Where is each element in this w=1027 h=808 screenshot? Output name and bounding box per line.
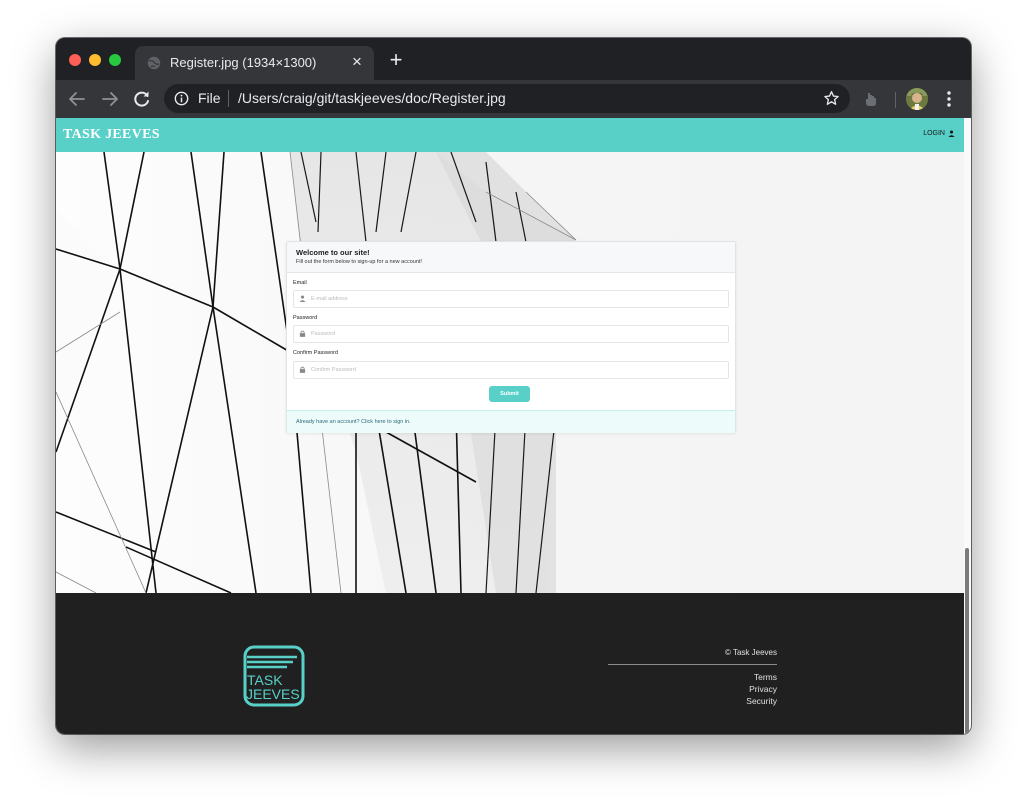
email-field[interactable] [293, 290, 729, 308]
form-title: Welcome to our site! [296, 248, 370, 257]
lock-icon [299, 366, 306, 373]
toolbar-divider [895, 92, 896, 108]
register-card: Welcome to our site! Fill out the form b… [286, 241, 736, 433]
password-field[interactable] [293, 325, 729, 343]
close-tab-icon[interactable]: × [348, 53, 366, 71]
avatar-image [906, 88, 928, 110]
close-window-button[interactable] [69, 54, 81, 66]
confirm-password-input[interactable] [311, 364, 711, 375]
minimize-window-button[interactable] [89, 54, 101, 66]
login-link[interactable]: LOGIN [923, 130, 955, 137]
page-viewport: TASK JEEVES LOGIN Welcome to our site! F… [56, 118, 971, 734]
form-subtitle: Fill out the form below to sign-up for a… [296, 259, 422, 265]
confirm-password-label: Confirm Password [293, 350, 338, 356]
terms-link[interactable]: Terms [754, 672, 777, 682]
extension-icon[interactable] [862, 90, 880, 108]
brand-logo[interactable]: TASK JEEVES [63, 127, 160, 143]
back-arrow-icon[interactable] [66, 88, 88, 110]
register-card-footer: Already have an account? Click here to s… [287, 410, 735, 433]
profile-avatar[interactable] [906, 88, 928, 110]
user-icon [948, 130, 955, 137]
confirm-password-field[interactable] [293, 361, 729, 379]
tab-title: Register.jpg (1934×1300) [170, 55, 317, 70]
site-footer: TASK JEEVES © Task Jeeves Terms Privacy … [56, 593, 964, 734]
globe-icon [147, 56, 161, 70]
privacy-link[interactable]: Privacy [749, 684, 777, 694]
lock-icon [299, 330, 306, 337]
tab-active[interactable]: Register.jpg (1934×1300) × [135, 46, 374, 80]
copyright-text: © Task Jeeves [725, 648, 777, 657]
star-icon[interactable] [823, 90, 840, 107]
password-input[interactable] [311, 328, 711, 339]
scrollbar-thumb[interactable] [965, 548, 969, 734]
new-tab-button[interactable]: + [386, 49, 406, 71]
security-link[interactable]: Security [746, 696, 777, 706]
submit-button[interactable]: Submit [489, 386, 530, 402]
logo-text-jeeves: JEEVES [246, 686, 300, 702]
browser-toolbar: File /Users/craig/git/taskjeeves/doc/Reg… [56, 80, 971, 118]
more-vertical-icon[interactable] [941, 89, 957, 109]
address-scheme: File [198, 90, 221, 106]
email-input[interactable] [311, 293, 711, 304]
email-label: Email [293, 280, 307, 286]
signin-link[interactable]: Already have an account? Click here to s… [296, 419, 411, 425]
login-label: LOGIN [923, 130, 945, 137]
tab-strip: Register.jpg (1934×1300) × + [56, 38, 971, 80]
info-icon[interactable] [174, 91, 189, 106]
site-header: TASK JEEVES LOGIN [56, 118, 964, 152]
address-bar[interactable]: File /Users/craig/git/taskjeeves/doc/Reg… [164, 84, 850, 113]
forward-arrow-icon[interactable] [99, 88, 121, 110]
address-url[interactable]: /Users/craig/git/taskjeeves/doc/Register… [238, 90, 506, 106]
register-card-header: Welcome to our site! Fill out the form b… [287, 242, 735, 273]
task-jeeves-logo: TASK JEEVES [243, 645, 305, 707]
maximize-window-button[interactable] [109, 54, 121, 66]
browser-window: Register.jpg (1934×1300) × + File /Users… [56, 38, 971, 734]
reload-icon[interactable] [131, 88, 153, 110]
user-icon [299, 295, 306, 302]
password-label: Password [293, 315, 318, 321]
footer-divider [608, 664, 777, 665]
address-divider [228, 90, 229, 107]
